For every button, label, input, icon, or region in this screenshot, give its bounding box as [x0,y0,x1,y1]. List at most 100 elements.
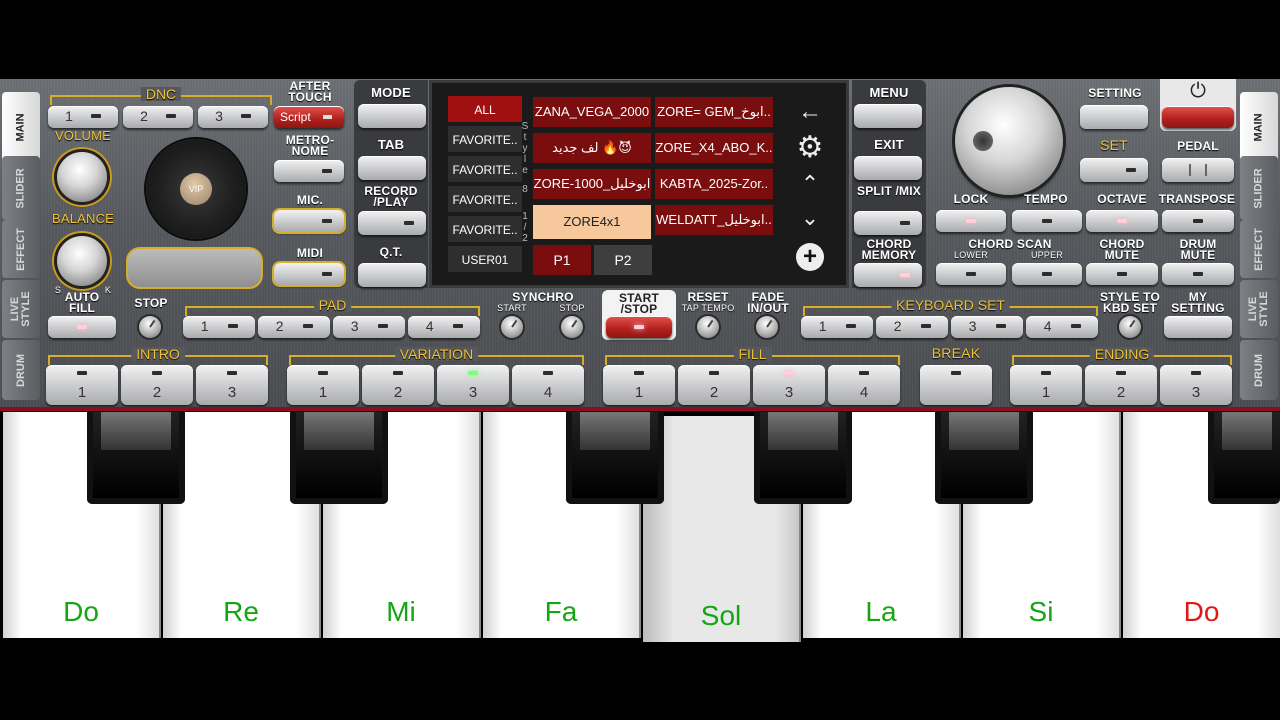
style-slot-selected[interactable]: ZORE4x1 [533,205,651,239]
tab-main-left[interactable]: MAIN [2,92,40,162]
reset-knob[interactable] [697,316,719,338]
intro-button-3[interactable]: 3 [196,365,268,405]
script-button[interactable]: Script [274,106,344,128]
pad-button-2[interactable]: 2 [258,316,330,338]
piano-black-key[interactable] [754,412,852,504]
fill-button-3[interactable]: 3 [753,365,825,405]
page-p2[interactable]: P2 [594,245,652,275]
piano-black-key[interactable] [935,412,1033,504]
mic-button[interactable] [274,210,344,232]
style-slot[interactable]: ZORE_X4_ABO_K.. [655,133,773,163]
chord-scan-lower-button[interactable] [936,263,1006,285]
pedal-button[interactable] [1162,158,1234,182]
pad-button-3[interactable]: 3 [333,316,405,338]
metronome-button[interactable] [274,160,344,182]
kbd-set-button-1[interactable]: 1 [801,316,873,338]
synchro-start-knob[interactable] [501,316,523,338]
style-slot[interactable]: KABTA_2025-Zor.. [655,169,773,199]
fill-button-4[interactable]: 4 [828,365,900,405]
intro-button-1[interactable]: 1 [46,365,118,405]
set-button[interactable] [1080,158,1148,182]
kbd-set-button-4[interactable]: 4 [1026,316,1098,338]
tab-slider-right[interactable]: SLIDER [1240,156,1278,220]
variation-button-2[interactable]: 2 [362,365,434,405]
tab-live-style-right[interactable]: LIVE STYLE [1240,280,1278,338]
power-button[interactable] [1162,106,1234,128]
synchro-stop-knob[interactable] [561,316,583,338]
drum-mute-button[interactable] [1162,263,1234,285]
tab-button[interactable] [358,156,426,180]
tempo-button[interactable] [1012,210,1082,232]
variation-button-4[interactable]: 4 [512,365,584,405]
record-play-button[interactable] [358,211,426,235]
midi-button[interactable] [274,263,344,285]
chevron-up-icon[interactable]: ⌃ [795,169,825,199]
tab-effect-left[interactable]: EFFECT [2,220,40,278]
data-dial[interactable] [955,87,1063,195]
auto-fill-button[interactable] [48,316,116,338]
qt-button[interactable] [358,263,426,287]
category-favorite-1[interactable]: FAVORITE.. [448,126,522,154]
tab-drum-left[interactable]: DRUM [2,340,40,400]
chord-memory-button[interactable] [854,263,922,287]
add-icon[interactable]: + [796,243,824,271]
dnc-button-1[interactable]: 1 [48,106,118,128]
style-slot[interactable]: ZORE= GEM_ابوخ.. [655,97,773,127]
octave-button[interactable] [1086,210,1158,232]
kbd-set-button-3[interactable]: 3 [951,316,1023,338]
intro-button-2[interactable]: 2 [121,365,193,405]
dnc-button-2[interactable]: 2 [123,106,193,128]
balance-knob[interactable] [57,236,107,286]
chevron-down-icon[interactable]: ⌄ [795,203,825,233]
piano-black-key[interactable] [87,412,185,504]
jog-wheel[interactable]: VIP [146,139,246,239]
piano-black-key[interactable] [290,412,388,504]
my-setting-button[interactable] [1164,316,1232,338]
ending-button-1[interactable]: 1 [1010,365,1082,405]
tab-live-style-left[interactable]: LIVE STYLE [2,280,40,338]
chord-mute-button[interactable] [1086,263,1158,285]
menu-button[interactable] [854,104,922,128]
variation-button-1[interactable]: 1 [287,365,359,405]
fade-knob[interactable] [756,316,778,338]
variation-button-3[interactable]: 3 [437,365,509,405]
start-stop-button[interactable] [606,316,672,338]
dnc-button-3[interactable]: 3 [198,106,268,128]
kbd-set-button-2[interactable]: 2 [876,316,948,338]
setting-button[interactable] [1080,105,1148,129]
chord-scan-upper-button[interactable] [1012,263,1082,285]
ending-button-2[interactable]: 2 [1085,365,1157,405]
style-slot[interactable]: ZORE-1000_ابوخليل [533,169,651,199]
back-arrow-icon[interactable]: ← [795,97,825,127]
piano-black-key[interactable] [1208,412,1280,504]
gear-icon[interactable]: ⚙ [795,133,825,163]
category-favorite-2[interactable]: FAVORITE.. [448,156,522,184]
transpose-button[interactable] [1162,210,1234,232]
fill-button-2[interactable]: 2 [678,365,750,405]
tab-slider-left[interactable]: SLIDER [2,156,40,220]
fill-button-1[interactable]: 1 [603,365,675,405]
power-icon[interactable]: ⏻ [1186,81,1210,101]
style-to-kbd-knob[interactable] [1119,316,1141,338]
pad-button-1[interactable]: 1 [183,316,255,338]
category-favorite-3[interactable]: FAVORITE.. [448,186,522,214]
split-mix-button[interactable] [854,211,922,235]
exit-button[interactable] [854,156,922,180]
category-user01[interactable]: USER01 [448,246,522,274]
pad-button-4[interactable]: 4 [408,316,480,338]
volume-knob[interactable] [57,152,107,202]
mode-button[interactable] [358,104,426,128]
style-slot[interactable]: WELDATT_ابوخليل.. [655,205,773,235]
ending-button-3[interactable]: 3 [1160,365,1232,405]
piano-black-key[interactable] [566,412,664,504]
break-button[interactable] [920,365,992,405]
style-slot[interactable]: لف جديد 🔥😈 [533,133,651,163]
lock-button[interactable] [936,210,1006,232]
category-favorite-4[interactable]: FAVORITE.. [448,216,522,244]
tab-effect-right[interactable]: EFFECT [1240,220,1278,278]
page-p1[interactable]: P1 [533,245,591,275]
stop-knob[interactable] [139,316,161,338]
tab-main-right[interactable]: MAIN [1240,92,1278,162]
style-slot[interactable]: ZANA_VEGA_2000 [533,97,651,127]
tab-drum-right[interactable]: DRUM [1240,340,1278,400]
